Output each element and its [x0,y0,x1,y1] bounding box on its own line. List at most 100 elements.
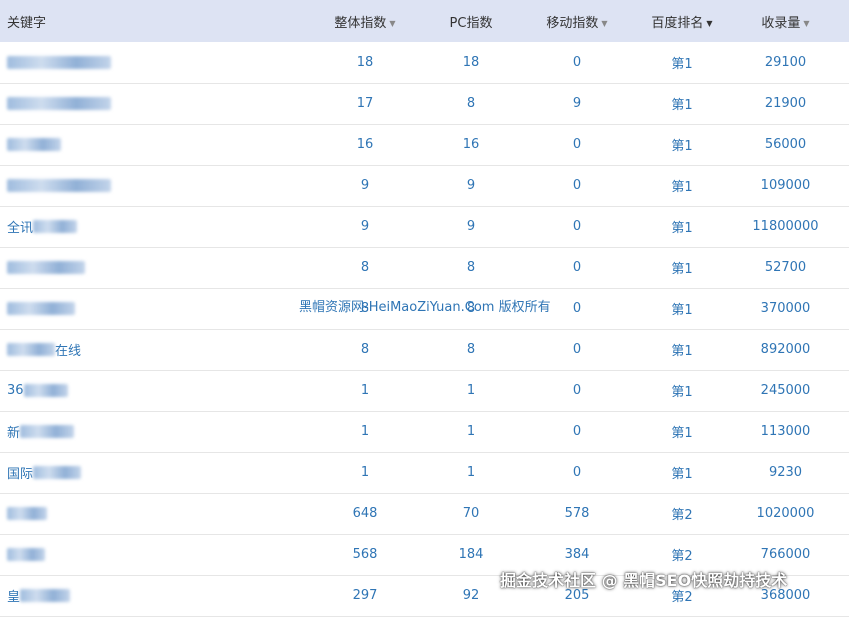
indexed-count-cell: 9230 [768,465,803,480]
keyword-cell[interactable] [0,288,300,329]
pc-index-cell: 8 [466,342,476,357]
header-keyword: 关键字 [0,0,300,42]
baidu-rank-cell: 第1 [671,139,693,154]
keyword-visible-text: 国际 [7,467,34,482]
mobile-index-cell: 0 [572,383,582,398]
indexed-count-cell: 52700 [764,260,807,275]
header-indexed-label: 收录量 [761,15,801,31]
keyword-cell[interactable]: 在线 [0,329,300,370]
table-row[interactable]: 18 18 0 第1 29100 [0,42,849,83]
keyword-redacted [23,384,68,397]
indexed-count-cell: 11800000 [752,219,819,234]
overall-index-cell: 1 [360,465,370,480]
mobile-index-cell: 0 [572,219,582,234]
keyword-cell[interactable] [0,534,300,575]
keyword-redacted [7,261,85,274]
table-row[interactable]: 17 8 9 第1 21900 [0,83,849,124]
baidu-rank-cell: 第1 [671,262,693,277]
overall-index-cell: 8 [360,342,370,357]
mobile-index-cell: 0 [572,424,582,439]
indexed-count-cell: 245000 [760,383,811,398]
header-mobile-label: 移动指数 [546,15,599,31]
keyword-cell[interactable]: 新 [0,411,300,452]
baidu-rank-cell: 第1 [671,98,693,113]
mobile-index-cell: 0 [572,465,582,480]
pc-index-cell: 9 [466,178,476,193]
mobile-index-cell: 0 [572,137,582,152]
keyword-redacted [7,179,111,192]
pc-index-cell: 1 [466,465,476,480]
keyword-visible-text: 36 [7,383,24,398]
pc-index-cell: 8 [466,260,476,275]
keyword-visible-text: 新 [7,426,21,441]
sort-arrow-icon[interactable]: ▼ [803,19,809,28]
header-mobile-index[interactable]: 移动指数 ▼ [512,0,642,42]
keyword-cell[interactable] [0,124,300,165]
keyword-cell[interactable] [0,165,300,206]
watermark-text: 黑帽资源网-HeiMaoZiYuan.Com 版权所有 [299,300,551,315]
mobile-index-cell: 0 [572,54,582,70]
keyword-redacted [7,97,111,110]
mobile-index-cell: 9 [572,96,582,111]
header-indexed-count[interactable]: 收录量 ▼ [722,0,849,42]
header-overall-index[interactable]: 整体指数 ▼ [300,0,430,42]
overall-index-cell: 297 [352,588,378,603]
table-row[interactable]: 全讯 9 9 0 第1 11800000 [0,206,849,247]
keyword-redacted [7,343,55,356]
table-row[interactable]: 国际 1 1 0 第1 9230 [0,452,849,493]
overall-index-cell: 648 [352,506,378,521]
keyword-redacted [20,589,71,602]
overall-index-cell: 16 [356,137,374,152]
header-rank-label: 百度排名 [651,15,704,31]
overall-index-cell: 8 [360,260,370,275]
table-row[interactable]: 在线 8 8 0 第1 892000 [0,329,849,370]
indexed-count-cell: 29100 [764,54,807,70]
sort-arrow-active-icon[interactable]: ▼ [706,19,712,28]
sort-arrow-icon[interactable]: ▼ [601,19,607,28]
keyword-cell[interactable]: 36 [0,370,300,411]
keyword-cell[interactable] [0,247,300,288]
keyword-cell[interactable] [0,83,300,124]
table-row[interactable]: 648 70 578 第2 1020000 [0,493,849,534]
table-row[interactable]: 9 9 0 第1 109000 [0,165,849,206]
indexed-count-cell: 21900 [764,96,807,111]
keyword-cell[interactable] [0,42,300,83]
pc-index-cell: 16 [462,137,480,152]
table-row[interactable]: 16 16 0 第1 56000 [0,124,849,165]
keyword-cell[interactable]: 皇 [0,575,300,616]
indexed-count-cell: 56000 [764,137,807,152]
footer-watermark: 掘金技术社区 @ 黑帽SEO快照劫持技术 [500,571,788,590]
baidu-rank-cell: 第1 [671,385,693,400]
pc-index-cell: 1 [466,424,476,439]
baidu-rank-cell: 第1 [671,56,693,72]
baidu-rank-cell: 第1 [671,467,693,482]
baidu-rank-cell: 第1 [671,344,693,359]
table-header-row: 关键字 整体指数 ▼ PC指数 移动指数 ▼ 百度排名 ▼ 收录量 ▼ [0,0,849,42]
table-row[interactable]: 8 8 0 第1 52700 [0,247,849,288]
pc-index-cell: 9 [466,219,476,234]
indexed-count-cell: 892000 [760,342,811,357]
indexed-count-cell: 109000 [760,178,811,193]
keyword-redacted [7,507,47,520]
sort-arrow-icon[interactable]: ▼ [389,19,395,28]
mobile-index-cell: 578 [564,506,590,521]
keyword-redacted [7,55,111,69]
keyword-cell[interactable] [0,493,300,534]
pc-index-cell: 18 [462,54,480,70]
header-pc-index[interactable]: PC指数 [430,0,512,42]
table-row[interactable]: 新 1 1 0 第1 113000 [0,411,849,452]
baidu-rank-cell: 第1 [671,303,693,318]
baidu-rank-cell: 第1 [671,221,693,236]
indexed-count-cell: 1020000 [756,506,815,521]
table-row[interactable]: 36 1 1 0 第1 245000 [0,370,849,411]
keyword-visible-text: 全讯 [7,221,34,236]
indexed-count-cell: 113000 [760,424,811,439]
keyword-cell[interactable]: 国际 [0,452,300,493]
header-baidu-rank[interactable]: 百度排名 ▼ [642,0,722,42]
keyword-cell[interactable]: 全讯 [0,206,300,247]
mobile-index-cell: 0 [572,178,582,193]
keyword-redacted [20,425,75,438]
mobile-index-cell: 0 [572,342,582,357]
baidu-rank-cell: 第2 [671,508,693,523]
overall-index-cell: 9 [360,178,370,193]
